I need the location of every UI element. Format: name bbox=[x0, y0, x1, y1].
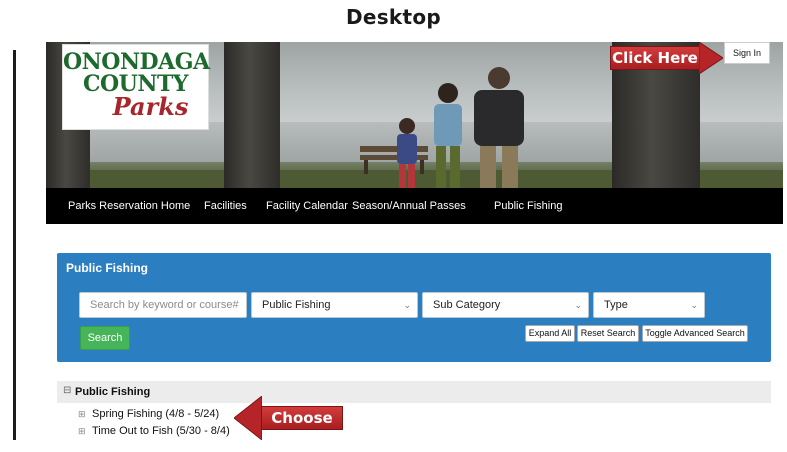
chevron-down-icon: ⌄ bbox=[574, 300, 582, 310]
nav-parks-reservation-home[interactable]: Parks Reservation Home bbox=[68, 188, 190, 224]
click-here-label: Click Here bbox=[612, 49, 698, 67]
nav-facilities[interactable]: Facilities bbox=[204, 188, 247, 224]
category-select-value: Public Fishing bbox=[262, 299, 331, 311]
onondaga-county-parks-logo[interactable]: ONONDAGA COUNTY Parks bbox=[62, 44, 210, 130]
results-group-header[interactable]: ⊟ Public Fishing bbox=[57, 381, 771, 403]
nav-public-fishing[interactable]: Public Fishing bbox=[494, 188, 562, 224]
chevron-down-icon: ⌄ bbox=[690, 300, 698, 310]
subcategory-select[interactable]: Sub Category ⌄ bbox=[422, 292, 589, 318]
expand-plus-icon[interactable]: ⊞ bbox=[78, 424, 86, 438]
toggle-advanced-search-button[interactable]: Toggle Advanced Search bbox=[642, 325, 748, 342]
list-item-label: Time Out to Fish (5/30 - 8/4) bbox=[92, 425, 230, 437]
choose-callout: Choose bbox=[234, 396, 346, 440]
expand-plus-icon[interactable]: ⊞ bbox=[78, 407, 86, 421]
page-caption: Desktop bbox=[345, 5, 442, 29]
sign-in-button[interactable]: Sign In bbox=[724, 42, 770, 64]
click-here-callout: Click Here bbox=[610, 42, 724, 74]
nav-season-annual-passes[interactable]: Season/Annual Passes bbox=[352, 188, 466, 224]
results-group-title: Public Fishing bbox=[75, 386, 151, 398]
tree-trunk-center bbox=[224, 42, 280, 188]
logo-line-parks: Parks bbox=[112, 92, 189, 121]
list-item[interactable]: ⊞ Time Out to Fish (5/30 - 8/4) bbox=[78, 424, 240, 438]
keyword-search-input[interactable]: Search by keyword or course# bbox=[79, 292, 247, 318]
logo-line-onondaga: ONONDAGA bbox=[63, 49, 210, 75]
choose-label: Choose bbox=[271, 409, 333, 427]
subcategory-select-value: Sub Category bbox=[433, 299, 501, 311]
list-item[interactable]: ⊞ Spring Fishing (4/8 - 5/24) bbox=[78, 407, 230, 421]
category-select[interactable]: Public Fishing ⌄ bbox=[251, 292, 418, 318]
left-divider bbox=[13, 50, 16, 440]
arrow-left-icon bbox=[234, 396, 262, 440]
type-select[interactable]: Type ⌄ bbox=[593, 292, 705, 318]
type-select-value: Type bbox=[604, 299, 628, 311]
panel-title: Public Fishing bbox=[66, 261, 149, 275]
child-small-figure bbox=[397, 118, 417, 188]
child-tall-figure bbox=[434, 83, 462, 188]
arrow-right-icon bbox=[699, 42, 723, 74]
main-navigation: Parks Reservation Home Facilities Facili… bbox=[46, 188, 783, 224]
search-button[interactable]: Search bbox=[80, 326, 130, 350]
reset-search-button[interactable]: Reset Search bbox=[577, 325, 639, 342]
collapse-icon[interactable]: ⊟ bbox=[63, 386, 73, 396]
list-item-label: Spring Fishing (4/8 - 5/24) bbox=[92, 408, 220, 420]
expand-all-button[interactable]: Expand All bbox=[525, 325, 575, 342]
chevron-down-icon: ⌄ bbox=[403, 300, 411, 310]
nav-facility-calendar[interactable]: Facility Calendar bbox=[266, 188, 348, 224]
keyword-search-placeholder: Search by keyword or course# bbox=[90, 299, 239, 311]
adult-figure bbox=[474, 67, 524, 188]
